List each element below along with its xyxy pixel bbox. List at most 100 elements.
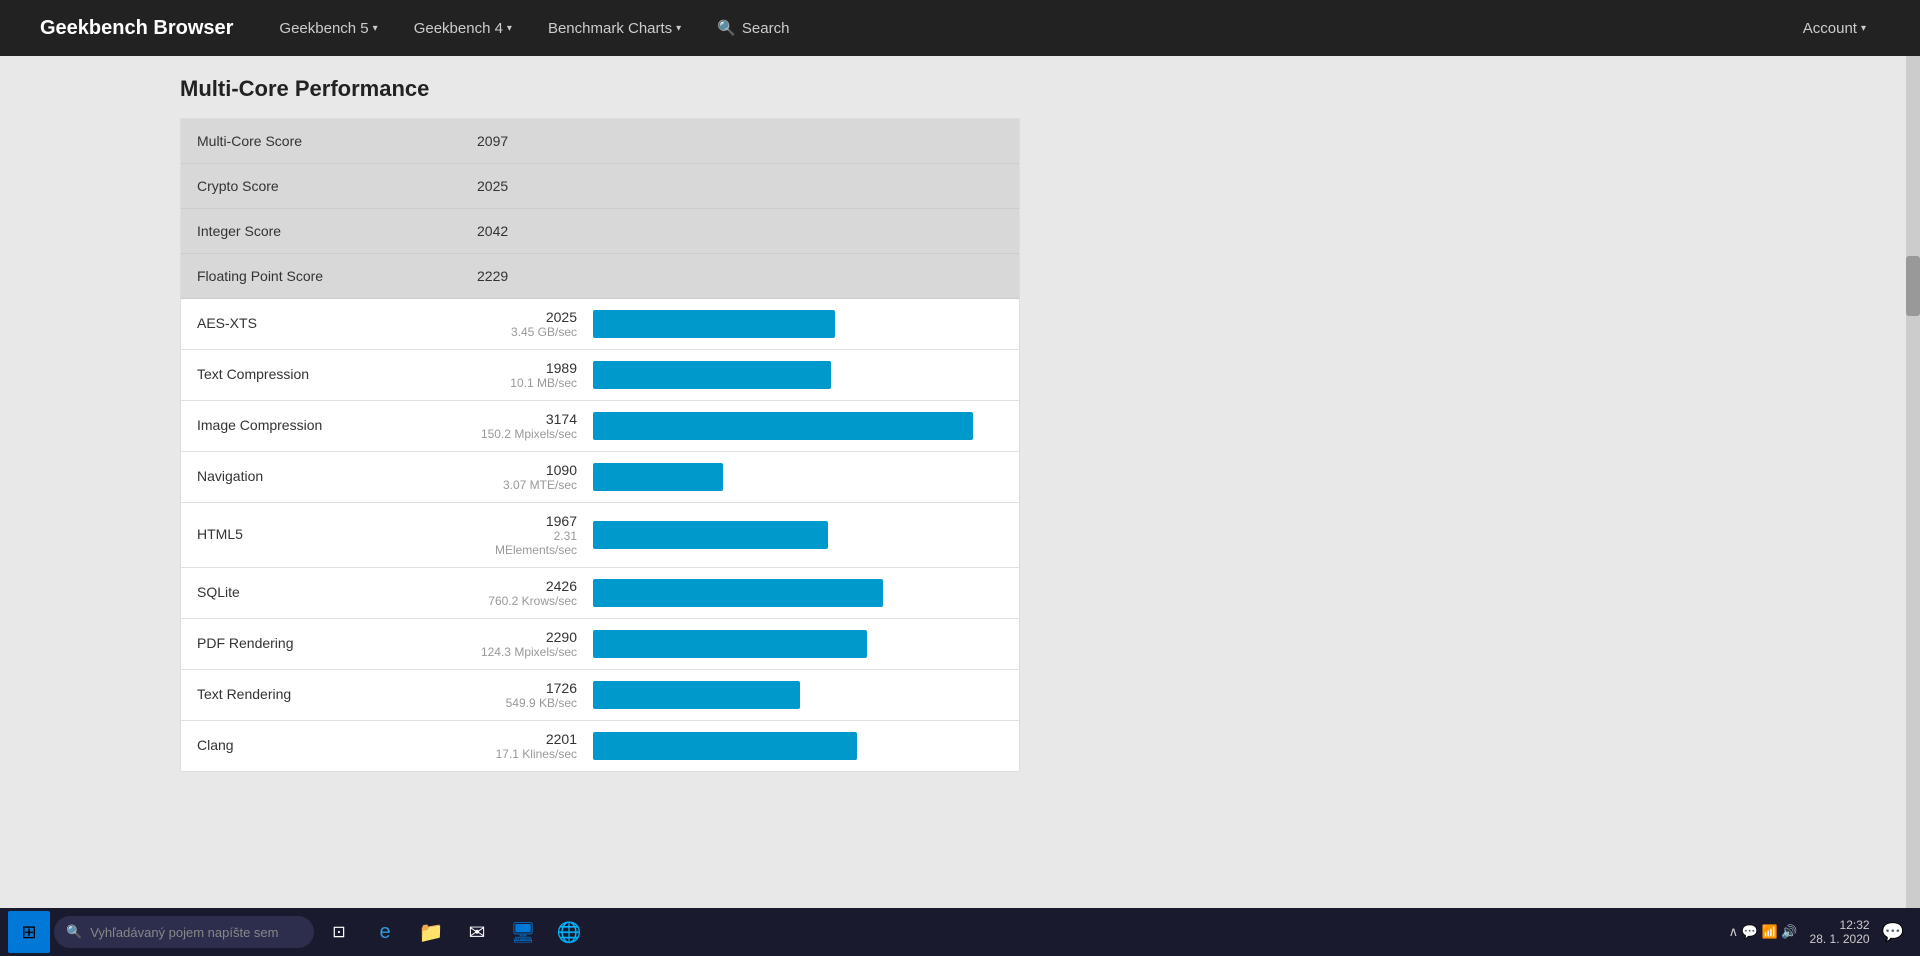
summary-row-multicore: Multi-Core Score 2097 [181,119,1019,164]
search-icon: 🔍 [66,924,82,940]
taskbar-search-placeholder: Vyhľadávaný pojem napíšte sem [90,925,278,940]
summary-label: Integer Score [197,223,477,239]
table-row: HTML5 1967 2.31 MElements/sec [181,503,1019,568]
bar-col [577,310,1003,338]
nav-item-benchmark-charts[interactable]: Benchmark Charts ▾ [534,12,695,45]
summary-label: Crypto Score [197,178,477,194]
detail-label-col: PDF Rendering [197,635,477,653]
edge-icon[interactable]: e [364,911,406,953]
search-icon: 🔍 [717,19,736,37]
nav-item-geekbench4[interactable]: Geekbench 4 ▾ [400,12,526,45]
page-title: Multi-Core Performance [180,76,1740,102]
start-button[interactable]: ⊞ [8,911,50,953]
detail-label-col: SQLite [197,584,477,602]
detail-unit: 17.1 Klines/sec [477,747,577,761]
detail-label: Text Compression [197,366,309,382]
taskbar-right: ∧ 💬 📶 🔊 12:32 28. 1. 2020 💬 [1729,918,1912,946]
nav-item-geekbench5[interactable]: Geekbench 5 ▾ [265,12,391,45]
taskbar-search[interactable]: 🔍 Vyhľadávaný pojem napíšte sem [54,916,314,948]
detail-value-col: 2290 124.3 Mpixels/sec [477,629,577,659]
nav-search[interactable]: 🔍 Search [703,11,803,45]
nav-search-label: Search [742,20,790,37]
benchmark-bar [593,412,973,440]
scrollbar-thumb[interactable] [1906,256,1920,316]
summary-row-integer: Integer Score 2042 [181,209,1019,254]
detail-value: 3174 [477,411,577,427]
chevron-down-icon: ▾ [507,23,512,34]
table-row: PDF Rendering 2290 124.3 Mpixels/sec [181,619,1019,670]
summary-row-floating-point: Floating Point Score 2229 [181,254,1019,299]
detail-value: 2290 [477,629,577,645]
navbar-brand: Geekbench Browser [40,17,233,40]
detail-value-col: 1989 10.1 MB/sec [477,360,577,390]
detail-label-col: Navigation [197,468,477,486]
chevron-down-icon: ▾ [373,23,378,34]
table-row: Clang 2201 17.1 Klines/sec [181,721,1019,771]
table-row: SQLite 2426 760.2 Krows/sec [181,568,1019,619]
table-row: Navigation 1090 3.07 MTE/sec [181,452,1019,503]
system-tray-icons: ∧ 💬 📶 🔊 [1729,924,1798,940]
store-icon[interactable]: 🖥 [502,911,544,953]
benchmark-bar [593,463,723,491]
table-row: AES-XTS 2025 3.45 GB/sec [181,299,1019,350]
detail-label-col: Text Compression [197,366,477,384]
benchmark-bar [593,310,835,338]
bar-col [577,463,1003,491]
main-content: Multi-Core Performance Multi-Core Score … [0,56,1920,908]
detail-value-col: 2426 760.2 Krows/sec [477,578,577,608]
scrollbar-track[interactable] [1906,56,1920,908]
detail-label-col: Image Compression [197,417,477,435]
taskview-button[interactable]: ⊡ [318,911,360,953]
detail-value-col: 2025 3.45 GB/sec [477,309,577,339]
detail-value: 1967 [477,513,577,529]
detail-value-col: 3174 150.2 Mpixels/sec [477,411,577,441]
chevron-down-icon: ▾ [676,23,681,34]
detail-label: Clang [197,737,234,753]
summary-value: 2042 [477,223,557,239]
taskbar-time-display: 12:32 [1810,918,1870,932]
detail-label: Text Rendering [197,686,291,702]
nav-account[interactable]: Account ▾ [1789,12,1880,45]
nav-label-benchmark-charts: Benchmark Charts [548,20,672,37]
taskbar-date-display: 28. 1. 2020 [1810,932,1870,946]
detail-unit: 760.2 Krows/sec [477,594,577,608]
detail-value: 1726 [477,680,577,696]
summary-label: Multi-Core Score [197,133,477,149]
bar-col [577,630,1003,658]
explorer-icon[interactable]: 📁 [410,911,452,953]
benchmark-bar [593,579,883,607]
detail-label: HTML5 [197,526,243,542]
detail-value: 1989 [477,360,577,376]
table-row: Image Compression 3174 150.2 Mpixels/sec [181,401,1019,452]
detail-label-col: AES-XTS [197,315,477,333]
detail-label-col: HTML5 [197,526,477,544]
detail-unit: 3.07 MTE/sec [477,478,577,492]
summary-value: 2097 [477,133,557,149]
mail-icon[interactable]: ✉ [456,911,498,953]
detail-value-col: 1967 2.31 MElements/sec [477,513,577,557]
benchmark-bar [593,630,867,658]
detail-value: 2201 [477,731,577,747]
bar-col [577,361,1003,389]
table-row: Text Compression 1989 10.1 MB/sec [181,350,1019,401]
detail-unit: 2.31 MElements/sec [477,529,577,557]
summary-value: 2229 [477,268,557,284]
benchmark-bar [593,732,857,760]
detail-unit: 150.2 Mpixels/sec [477,427,577,441]
chrome-icon[interactable]: 🌐 [548,911,590,953]
taskbar-clock[interactable]: 12:32 28. 1. 2020 [1810,918,1870,946]
detail-label: Image Compression [197,417,322,433]
benchmark-bar [593,361,831,389]
notification-button[interactable]: 💬 [1882,922,1904,943]
detail-unit: 124.3 Mpixels/sec [477,645,577,659]
detail-label: PDF Rendering [197,635,294,651]
detail-label-col: Text Rendering [197,686,477,704]
summary-label: Floating Point Score [197,268,477,284]
detail-value: 2025 [477,309,577,325]
bar-col [577,521,1003,549]
bar-col [577,732,1003,760]
benchmark-bar [593,681,800,709]
table-row: Text Rendering 1726 549.9 KB/sec [181,670,1019,721]
navbar: Geekbench Browser Geekbench 5 ▾ Geekbenc… [0,0,1920,56]
detail-label: SQLite [197,584,240,600]
